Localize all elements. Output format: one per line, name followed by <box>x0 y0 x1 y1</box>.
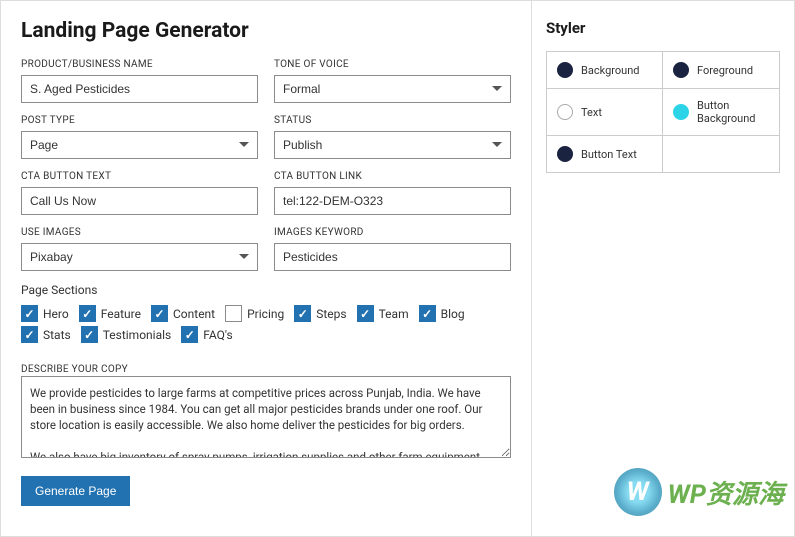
section-checkbox[interactable] <box>181 326 198 343</box>
product-name-input[interactable] <box>21 75 258 103</box>
section-item: Pricing <box>225 305 284 322</box>
styler-cell[interactable]: Background <box>547 52 663 89</box>
styler-label: Button Background <box>697 99 769 125</box>
styler-grid: Background Foreground Text Button Backgroun… <box>546 51 780 173</box>
page-sections-label: Page Sections <box>21 283 511 297</box>
page-title: Landing Page Generator <box>21 19 511 43</box>
section-checkbox[interactable] <box>79 305 96 322</box>
section-item: Testimonials <box>81 326 172 343</box>
product-name-label: PRODUCT/BUSINESS NAME <box>21 59 258 70</box>
section-checkbox[interactable] <box>21 305 38 322</box>
section-checkbox-label: Hero <box>43 307 69 321</box>
styler-label: Foreground <box>697 64 753 77</box>
section-item: Feature <box>79 305 141 322</box>
images-keyword-input[interactable] <box>274 243 511 271</box>
section-checkbox-label: Feature <box>101 307 141 321</box>
section-item: Blog <box>419 305 465 322</box>
section-checkbox[interactable] <box>294 305 311 322</box>
describe-textarea[interactable] <box>21 376 511 458</box>
styler-panel: Styler Background Foreground Text Button Ba… <box>532 1 794 536</box>
cta-link-label: CTA BUTTON LINK <box>274 171 511 182</box>
generate-page-button[interactable]: Generate Page <box>21 476 130 506</box>
describe-label: DESCRIBE YOUR COPY <box>21 364 128 375</box>
status-select[interactable]: Publish <box>274 131 511 159</box>
section-item: Content <box>151 305 215 322</box>
use-images-label: USE IMAGES <box>21 227 258 238</box>
cta-text-label: CTA BUTTON TEXT <box>21 171 258 182</box>
styler-cell[interactable]: Text <box>547 89 663 136</box>
color-swatch-icon <box>557 62 573 78</box>
section-item: Stats <box>21 326 71 343</box>
section-checkbox[interactable] <box>357 305 374 322</box>
color-swatch-icon <box>557 104 573 120</box>
section-checkbox[interactable] <box>151 305 168 322</box>
tone-select[interactable]: Formal <box>274 75 511 103</box>
section-checkbox-label: Team <box>379 307 409 321</box>
main-panel: Landing Page Generator PRODUCT/BUSINESS … <box>1 1 532 536</box>
cta-link-input[interactable] <box>274 187 511 215</box>
color-swatch-icon <box>673 62 689 78</box>
post-type-label: POST TYPE <box>21 115 258 126</box>
color-swatch-icon <box>673 104 689 120</box>
cta-text-input[interactable] <box>21 187 258 215</box>
styler-label: Text <box>581 106 602 119</box>
section-checkbox-label: Pricing <box>247 307 284 321</box>
page-sections-row: Hero Feature Content Pricing Steps Team Blog St… <box>21 305 511 343</box>
section-item: Team <box>357 305 409 322</box>
status-label: STATUS <box>274 115 511 126</box>
tone-label: TONE OF VOICE <box>274 59 511 70</box>
color-swatch-icon <box>557 146 573 162</box>
section-checkbox[interactable] <box>419 305 436 322</box>
section-checkbox[interactable] <box>225 305 242 322</box>
styler-label: Button Text <box>581 148 637 161</box>
section-item: Steps <box>294 305 346 322</box>
section-item: FAQ's <box>181 326 232 343</box>
section-checkbox-label: FAQ's <box>203 328 232 342</box>
section-checkbox[interactable] <box>21 326 38 343</box>
post-type-select[interactable]: Page <box>21 131 258 159</box>
images-keyword-label: IMAGES KEYWORD <box>274 227 511 238</box>
styler-cell[interactable]: Foreground <box>663 52 779 89</box>
section-checkbox-label: Content <box>173 307 215 321</box>
section-item: Hero <box>21 305 69 322</box>
styler-label: Background <box>581 64 639 77</box>
section-checkbox-label: Blog <box>441 307 465 321</box>
section-checkbox[interactable] <box>81 326 98 343</box>
styler-title: Styler <box>546 19 780 37</box>
section-checkbox-label: Stats <box>43 328 71 342</box>
styler-cell[interactable]: Button Text <box>547 136 663 172</box>
section-checkbox-label: Steps <box>316 307 346 321</box>
use-images-select[interactable]: Pixabay <box>21 243 258 271</box>
section-checkbox-label: Testimonials <box>103 328 172 342</box>
styler-cell[interactable]: Button Background <box>663 89 779 136</box>
